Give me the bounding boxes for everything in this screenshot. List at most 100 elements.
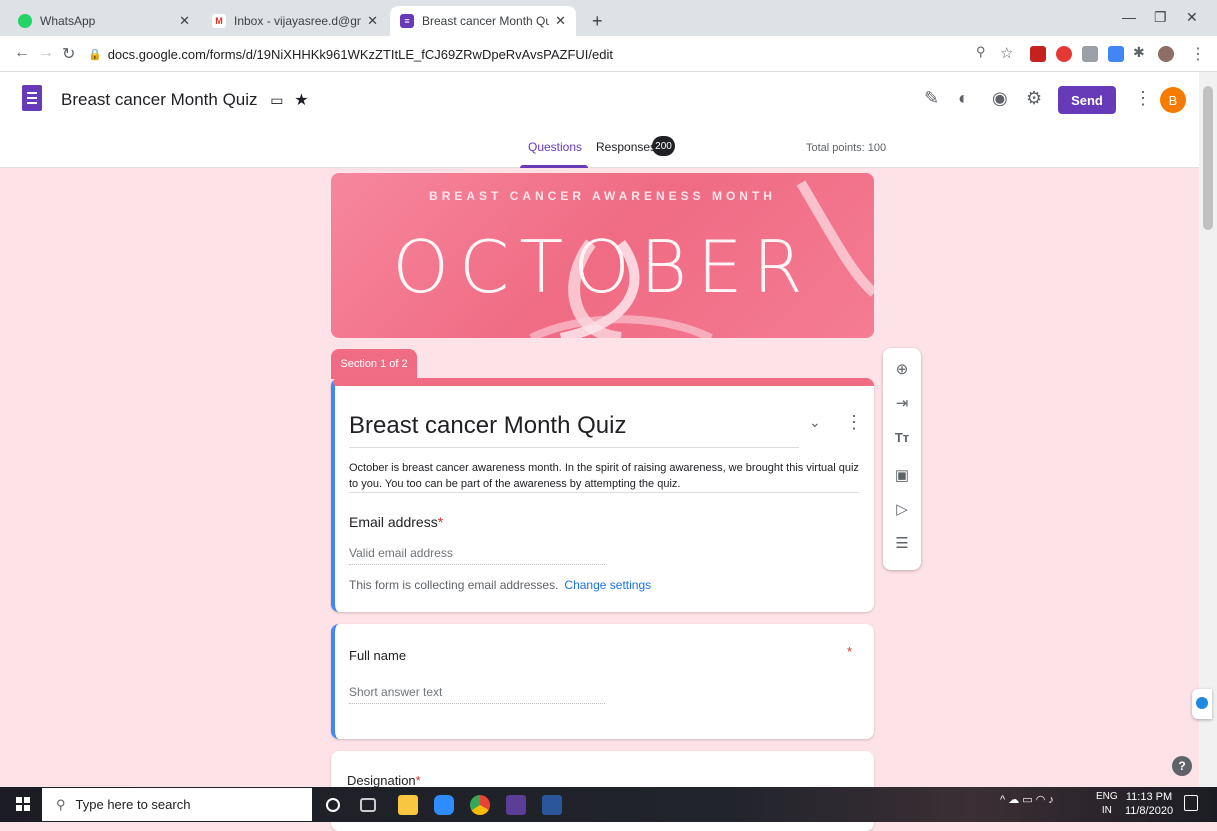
form-title-text: Breast cancer Month Quiz	[61, 90, 258, 109]
question-text: Full name	[349, 648, 407, 663]
browser-tab-whatsapp[interactable]: WhatsApp ✕	[8, 6, 200, 36]
customize-theme-palette-icon[interactable]: ◐	[958, 88, 969, 109]
add-section-icon[interactable]: ☰	[883, 534, 921, 552]
task-view-icon[interactable]	[360, 798, 376, 812]
clock-time: 11:13 PM	[1125, 791, 1173, 803]
more-options-icon[interactable]: ⋮	[1134, 88, 1152, 109]
add-title-description-icon[interactable]: Tт	[883, 430, 921, 445]
restore-icon[interactable]: ❐	[1154, 9, 1167, 26]
browser-menu-icon[interactable]: ⋮	[1190, 44, 1206, 64]
forward-icon[interactable]: →	[38, 44, 54, 62]
browser-tab-gmail[interactable]: M Inbox - vijayasree.d@gmail.com ✕	[202, 6, 388, 36]
import-questions-icon[interactable]: ⇥	[883, 394, 921, 412]
new-tab-button[interactable]: +	[582, 6, 612, 36]
extension-icon[interactable]	[1108, 46, 1124, 62]
url-bar[interactable]: 🔒 docs.google.com/forms/d/19NiXHHKk961WK…	[88, 41, 968, 67]
question-text: Designation	[347, 773, 416, 788]
question-card-full-name[interactable]: Full name * Short answer text	[331, 624, 874, 739]
account-avatar[interactable]: B	[1160, 87, 1186, 113]
address-bar-row: ← → ↻ 🔒 docs.google.com/forms/d/19NiXHHK…	[0, 36, 1217, 72]
email-field[interactable]: Valid email address	[349, 546, 453, 560]
chrome-icon[interactable]	[470, 795, 490, 815]
zoom-icon[interactable]: ⚲	[976, 44, 986, 60]
section-title[interactable]: Breast cancer Month Quiz	[349, 412, 626, 440]
add-video-icon[interactable]: ▷	[883, 500, 921, 518]
browser-tab-forms[interactable]: ≡ Breast cancer Month Quiz - Goo ✕	[390, 6, 576, 36]
bookmark-star-icon[interactable]: ☆	[1000, 44, 1013, 62]
tab-responses[interactable]: Responses	[596, 140, 656, 154]
help-icon[interactable]: ?	[1172, 756, 1192, 776]
zoom-app-icon[interactable]	[434, 795, 454, 815]
settings-gear-icon[interactable]: ⚙	[1026, 88, 1042, 109]
page-scrollbar[interactable]	[1199, 72, 1217, 787]
banner-subtitle: BREAST CANCER AWARENESS MONTH	[429, 189, 776, 203]
search-placeholder: Type here to search	[75, 797, 191, 812]
profile-avatar[interactable]	[1158, 46, 1174, 62]
language-indicator[interactable]: ENG IN	[1096, 790, 1118, 818]
back-icon[interactable]: ←	[14, 44, 30, 62]
note-text: This form is collecting email addresses.	[349, 578, 559, 592]
tab-title: Breast cancer Month Quiz - Goo	[422, 14, 550, 28]
question-label-email: Email address*	[349, 514, 443, 530]
word-icon[interactable]	[542, 795, 562, 815]
minimize-icon[interactable]: —	[1122, 9, 1136, 25]
preview-eye-icon[interactable]: ◉	[992, 88, 1008, 109]
section-description[interactable]: October is breast cancer awareness month…	[349, 460, 863, 492]
pdf-extension-icon[interactable]	[1030, 46, 1046, 62]
add-question-icon[interactable]: ⊕	[883, 360, 921, 378]
taskbar-search-box[interactable]: ⚲ Type here to search	[42, 788, 312, 821]
tab-title: WhatsApp	[40, 14, 96, 28]
required-asterisk: *	[415, 773, 421, 788]
puzzle-extensions-icon[interactable]: ✱	[1133, 44, 1145, 61]
description-underline	[349, 492, 859, 493]
whatsapp-icon	[18, 14, 32, 28]
responses-count-badge: 200	[652, 136, 675, 156]
change-settings-link[interactable]: Change settings	[564, 578, 651, 592]
section-more-icon[interactable]: ⋮	[845, 412, 863, 433]
header-image-banner: BREAST CANCER AWARENESS MONTH OCTOBER	[331, 173, 874, 338]
reload-icon[interactable]: ↻	[62, 44, 75, 64]
notifications-icon[interactable]	[1184, 795, 1198, 811]
cortana-icon[interactable]	[326, 798, 340, 812]
move-to-folder-icon[interactable]: ▭	[270, 92, 283, 108]
short-answer-underline	[349, 703, 605, 704]
file-explorer-icon[interactable]	[398, 795, 418, 815]
google-forms-logo-icon[interactable]	[22, 85, 42, 111]
banner-title: OCTOBER	[392, 225, 813, 309]
question-text: Email address	[349, 514, 438, 530]
close-tab-icon[interactable]: ✕	[367, 13, 378, 29]
taskbar-clock[interactable]: 11:13 PM 11/8/2020	[1124, 790, 1174, 818]
short-answer-field[interactable]: Short answer text	[349, 685, 442, 699]
close-tab-icon[interactable]: ✕	[555, 13, 566, 29]
google-forms-icon: ≡	[400, 14, 414, 28]
close-tab-icon[interactable]: ✕	[179, 13, 190, 29]
windows-taskbar: ⚲ Type here to search ^ ☁ ▭ ◠ ♪ ENG IN 1…	[0, 787, 1217, 822]
search-icon: ⚲	[56, 796, 66, 812]
send-button[interactable]: Send	[1058, 86, 1116, 114]
url-text: docs.google.com/forms/d/19NiXHHKk961WKzZ…	[107, 46, 613, 62]
close-window-icon[interactable]: ✕	[1186, 9, 1198, 26]
total-points: Total points: 100	[806, 142, 887, 154]
system-tray[interactable]: ^ ☁ ▭ ◠ ♪	[1000, 793, 1054, 806]
teamviewer-widget-icon[interactable]	[1192, 689, 1212, 719]
adblock-extension-icon[interactable]	[1056, 46, 1072, 62]
jw-app-icon[interactable]	[506, 795, 526, 815]
active-tab-indicator	[520, 165, 588, 168]
tab-questions[interactable]: Questions	[528, 140, 582, 154]
required-asterisk: *	[847, 644, 853, 659]
collapse-section-icon[interactable]: ⌄	[809, 414, 821, 431]
form-title[interactable]: Breast cancer Month Quiz ▭ ★	[61, 90, 309, 110]
extension-icon[interactable]	[1082, 46, 1098, 62]
star-icon[interactable]: ★	[294, 92, 308, 109]
addons-icon[interactable]: ✎	[924, 88, 939, 109]
windows-start-icon[interactable]	[16, 797, 30, 811]
form-title-card[interactable]: Breast cancer Month Quiz ⌄ ⋮ October is …	[331, 378, 874, 612]
add-image-icon[interactable]: ▣	[883, 466, 921, 484]
tab-title: Inbox - vijayasree.d@gmail.com	[234, 14, 361, 28]
floating-toolbar: ⊕ ⇥ Tт ▣ ▷ ☰	[883, 348, 921, 570]
scrollbar-thumb[interactable]	[1203, 86, 1213, 230]
email-field-underline	[349, 564, 605, 565]
section-indicator-tab: Section 1 of 2	[331, 349, 417, 379]
browser-tab-strip: WhatsApp ✕ M Inbox - vijayasree.d@gmail.…	[0, 0, 1217, 36]
region-code: IN	[1101, 805, 1112, 816]
